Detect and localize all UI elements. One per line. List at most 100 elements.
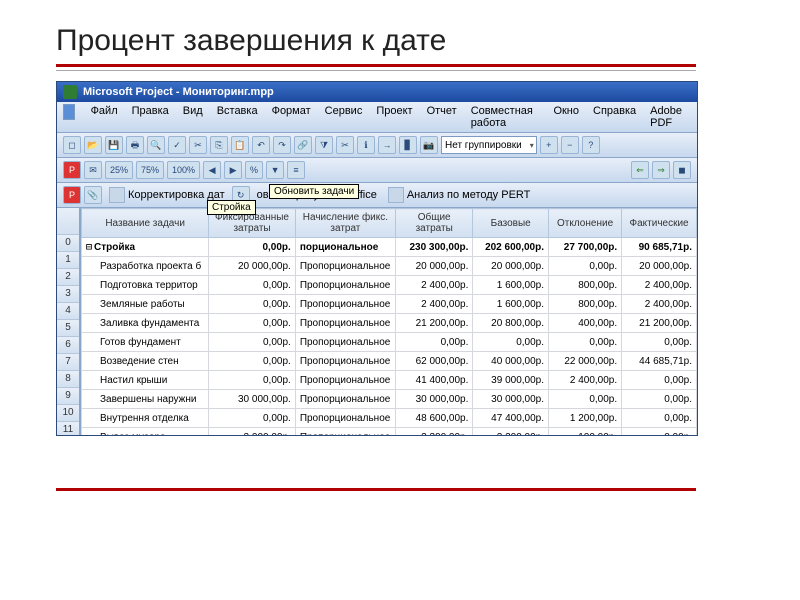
cell-total[interactable]: 62 000,00р. xyxy=(395,352,472,371)
zoomout-icon[interactable]: − xyxy=(561,136,579,154)
cell-fixed[interactable]: 0,00р. xyxy=(209,333,296,352)
cell-baseline[interactable]: 1 600,00р. xyxy=(473,295,549,314)
cell-fixed[interactable]: 0,00р. xyxy=(209,371,296,390)
link-icon[interactable]: 🔗 xyxy=(294,136,312,154)
cell-variance[interactable]: 800,00р. xyxy=(549,276,622,295)
cell-actual[interactable]: 0,00р. xyxy=(622,409,697,428)
col-total[interactable]: Общие затраты xyxy=(395,209,472,238)
cell-actual[interactable]: 0,00р. xyxy=(622,428,697,436)
row-header[interactable]: 11 xyxy=(57,422,79,435)
indent-left-icon[interactable]: ◀ xyxy=(203,161,221,179)
group-icon[interactable]: ≡ xyxy=(287,161,305,179)
cell-name[interactable]: Заливка фундамента xyxy=(82,314,209,333)
cell-fixed[interactable]: 0,00р. xyxy=(209,238,296,257)
cell-fixed[interactable]: 0,00р. xyxy=(209,352,296,371)
goto-icon[interactable]: → xyxy=(378,136,396,154)
outline-toggle-icon[interactable]: ⊟ xyxy=(86,242,92,253)
col-baseline[interactable]: Базовые xyxy=(473,209,549,238)
cell-variance[interactable]: 0,00р. xyxy=(549,390,622,409)
cell-accrual[interactable]: Пропорциональное xyxy=(295,333,395,352)
cell-name[interactable]: Вывоз мусора xyxy=(82,428,209,436)
cell-accrual[interactable]: Пропорциональное xyxy=(295,371,395,390)
cell-variance[interactable]: 22 000,00р. xyxy=(549,352,622,371)
split-icon[interactable]: ✂ xyxy=(336,136,354,154)
cell-baseline[interactable]: 40 000,00р. xyxy=(473,352,549,371)
cell-actual[interactable]: 2 400,00р. xyxy=(622,276,697,295)
row-header[interactable]: 8 xyxy=(57,371,79,388)
zoom-25[interactable]: 25% xyxy=(105,161,133,179)
unlink-icon[interactable]: ⧩ xyxy=(315,136,333,154)
row-header[interactable]: 1 xyxy=(57,252,79,269)
menu-view[interactable]: Вид xyxy=(181,104,205,130)
col-accrual[interactable]: Начисление фикс. затрат xyxy=(295,209,395,238)
cell-accrual[interactable]: Пропорциональное xyxy=(295,295,395,314)
menu-report[interactable]: Отчет xyxy=(425,104,459,130)
cut-icon[interactable]: ✂ xyxy=(189,136,207,154)
menu-file[interactable]: Файл xyxy=(89,104,120,130)
cell-total[interactable]: 21 200,00р. xyxy=(395,314,472,333)
cell-name[interactable]: Завершены наружни xyxy=(82,390,209,409)
cell-fixed[interactable]: 0,00р. xyxy=(209,409,296,428)
redo-icon[interactable]: ↷ xyxy=(273,136,291,154)
menu-insert[interactable]: Вставка xyxy=(215,104,260,130)
zoom-75[interactable]: 75% xyxy=(136,161,164,179)
table-row[interactable]: Земляные работы0,00р.Пропорциональное2 4… xyxy=(82,295,697,314)
pdf2-icon[interactable]: P xyxy=(63,186,81,204)
cell-actual[interactable]: 20 000,00р. xyxy=(622,257,697,276)
cell-fixed[interactable]: 0,00р. xyxy=(209,314,296,333)
table-row[interactable]: Разработка проекта б20 000,00р.Пропорцио… xyxy=(82,257,697,276)
row-header[interactable]: 9 xyxy=(57,388,79,405)
cell-accrual[interactable]: порциональное xyxy=(295,238,395,257)
cell-baseline[interactable]: 20 000,00р. xyxy=(473,257,549,276)
row-header[interactable]: 7 xyxy=(57,354,79,371)
cell-accrual[interactable]: Пропорциональное xyxy=(295,352,395,371)
new-icon[interactable]: ◻ xyxy=(63,136,81,154)
copy-icon[interactable]: ⎘ xyxy=(210,136,228,154)
cell-actual[interactable]: 0,00р. xyxy=(622,390,697,409)
cell-name[interactable]: Разработка проекта б xyxy=(82,257,209,276)
cell-total[interactable]: 48 600,00р. xyxy=(395,409,472,428)
menu-collab[interactable]: Совместная работа xyxy=(469,104,542,130)
paste-icon[interactable]: 📋 xyxy=(231,136,249,154)
cell-total[interactable]: 230 300,00р. xyxy=(395,238,472,257)
table-row[interactable]: Готов фундамент0,00р.Пропорциональное0,0… xyxy=(82,333,697,352)
cell-actual[interactable]: 44 685,71р. xyxy=(622,352,697,371)
cell-variance[interactable]: 400,00р. xyxy=(549,314,622,333)
menu-tools[interactable]: Сервис xyxy=(323,104,365,130)
cell-fixed[interactable]: 0,00р. xyxy=(209,295,296,314)
row-header[interactable]: 0 xyxy=(57,235,79,252)
cell-fixed[interactable]: 30 000,00р. xyxy=(209,390,296,409)
print-icon[interactable]: 🖶 xyxy=(126,136,144,154)
cell-baseline[interactable]: 0,00р. xyxy=(473,333,549,352)
cell-baseline[interactable]: 1 600,00р. xyxy=(473,276,549,295)
cell-baseline[interactable]: 20 800,00р. xyxy=(473,314,549,333)
cell-variance[interactable]: 2 400,00р. xyxy=(549,371,622,390)
mail-icon[interactable]: ✉ xyxy=(84,161,102,179)
row-header[interactable]: 5 xyxy=(57,320,79,337)
cell-variance[interactable]: 100,00р. xyxy=(549,428,622,436)
row-header[interactable]: 10 xyxy=(57,405,79,422)
system-menu-icon[interactable] xyxy=(63,104,75,120)
help-icon[interactable]: ? xyxy=(582,136,600,154)
cell-total[interactable]: 2 400,00р. xyxy=(395,295,472,314)
zoomin-icon[interactable]: + xyxy=(540,136,558,154)
table-row[interactable]: Внутрення отделка0,00р.Пропорциональное4… xyxy=(82,409,697,428)
cell-actual[interactable]: 0,00р. xyxy=(622,333,697,352)
cell-total[interactable]: 20 000,00р. xyxy=(395,257,472,276)
attach-icon[interactable]: 📎 xyxy=(84,186,102,204)
cell-baseline[interactable]: 30 000,00р. xyxy=(473,390,549,409)
gantt-icon[interactable]: ▊ xyxy=(399,136,417,154)
cell-fixed[interactable]: 20 000,00р. xyxy=(209,257,296,276)
cell-total[interactable]: 41 400,00р. xyxy=(395,371,472,390)
cell-total[interactable]: 30 000,00р. xyxy=(395,390,472,409)
menu-project[interactable]: Проект xyxy=(374,104,414,130)
cell-accrual[interactable]: Пропорциональное xyxy=(295,257,395,276)
cell-variance[interactable]: 800,00р. xyxy=(549,295,622,314)
cell-variance[interactable]: 0,00р. xyxy=(549,257,622,276)
table-row[interactable]: Возведение стен0,00р.Пропорциональное62 … xyxy=(82,352,697,371)
cell-accrual[interactable]: Пропорциональное xyxy=(295,276,395,295)
cell-variance[interactable]: 1 200,00р. xyxy=(549,409,622,428)
menu-format[interactable]: Формат xyxy=(270,104,313,130)
save-icon[interactable]: 💾 xyxy=(105,136,123,154)
pdf-icon[interactable]: P xyxy=(63,161,81,179)
